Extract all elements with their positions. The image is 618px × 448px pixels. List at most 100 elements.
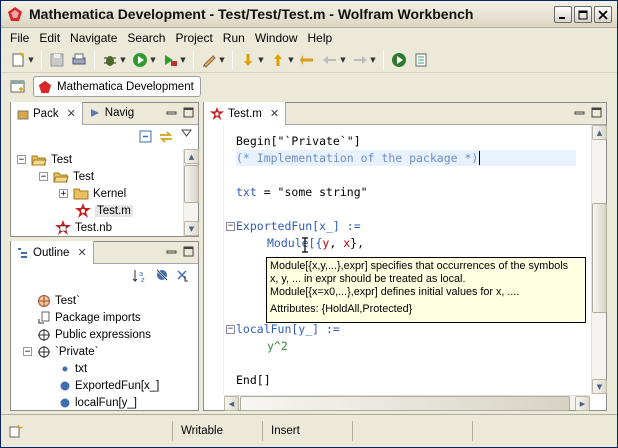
minimize-view-button[interactable] [574, 107, 585, 118]
tree-item[interactable]: − Test [17, 151, 72, 168]
debug-button[interactable]: ▼ [99, 50, 129, 70]
maximize-view-button[interactable] [183, 246, 194, 257]
outline-item[interactable]: Package imports [37, 309, 141, 326]
open-perspective-button[interactable] [9, 79, 27, 95]
scroll-left-button[interactable]: ◀ [224, 396, 239, 411]
outline-item[interactable]: Test` [37, 292, 80, 309]
collapse-expander[interactable]: − [17, 155, 26, 164]
editor-vertical-scrollbar[interactable]: ▲ ▼ [591, 125, 607, 394]
minimize-view-button[interactable] [166, 107, 177, 118]
open-resource-button[interactable]: ▼ [198, 50, 228, 70]
minimize-view-button[interactable] [166, 246, 177, 257]
tree-item[interactable]: Test.nb [55, 219, 112, 236]
close-tab-icon[interactable]: ✕ [77, 246, 86, 259]
perspective-mathematica-development[interactable]: Mathematica Development [33, 76, 201, 97]
tree-item-label: Kernel [93, 187, 127, 200]
hide-non-public-icon[interactable] [175, 268, 189, 282]
scroll-down-button[interactable]: ▼ [592, 379, 607, 394]
tab-package-explorer[interactable]: Pack ✕ [11, 102, 83, 125]
maximize-view-button[interactable] [591, 107, 602, 118]
tab-test-m[interactable]: Test.m ✕ [204, 102, 287, 125]
window-title: Mathematica Development - Test/Test/Test… [29, 6, 474, 22]
forward-button[interactable]: ▼ [349, 50, 379, 70]
tab-navigator[interactable]: Navig [83, 102, 140, 124]
scroll-thumb[interactable] [592, 203, 607, 313]
code-line[interactable]: y^2 [267, 338, 288, 354]
svg-text:z: z [141, 276, 145, 283]
new-file-icon [12, 51, 25, 66]
small-dot-icon [59, 363, 71, 375]
maximize-button[interactable] [574, 6, 592, 23]
editor-horizontal-scrollbar[interactable]: ◀ ▶ [224, 395, 590, 411]
code-line[interactable]: ExportedFun[x_] := [236, 218, 361, 234]
outline-panel: Outline ✕ az Test` Package imports Publi… [10, 241, 199, 411]
toolbar-separator [94, 50, 95, 69]
external-tools-button[interactable]: ▼ [159, 50, 189, 70]
outline-item[interactable]: Public expressions [37, 326, 151, 343]
run-button[interactable]: ▼ [129, 50, 159, 70]
fold-collapse-icon[interactable]: − [226, 222, 235, 231]
outline-item-label: Test` [55, 294, 80, 307]
code-line[interactable]: localFun[y_] := [236, 321, 340, 337]
code-line[interactable]: txt = "some string" [236, 184, 368, 200]
run-mathematica-button[interactable] [388, 50, 410, 70]
close-tab-icon[interactable]: ✕ [67, 107, 76, 120]
sort-az-icon[interactable]: az [132, 269, 148, 283]
blue-dot-icon [59, 380, 71, 392]
menu-edit[interactable]: Edit [34, 31, 65, 45]
blue-dot-icon [59, 397, 71, 409]
new-button[interactable]: ▼ [7, 50, 37, 70]
maximize-view-button[interactable] [183, 107, 194, 118]
menu-navigate[interactable]: Navigate [65, 31, 122, 45]
code-line-comment[interactable]: (* Implementation of the package *)​ [236, 150, 481, 166]
tab-outline[interactable]: Outline ✕ [11, 241, 94, 264]
code-line[interactable]: Begin["`Private`"] [236, 133, 361, 149]
collapse-expander[interactable]: − [23, 347, 32, 356]
outline-item[interactable]: ExportedFun[x_] [59, 377, 159, 394]
package-explorer-header: Pack ✕ Navig [11, 102, 198, 125]
tree-item-selected[interactable]: Test.m [75, 202, 133, 219]
menu-search[interactable]: Search [122, 31, 170, 45]
save-button[interactable] [46, 50, 68, 70]
next-annotation-button[interactable]: ▼ [237, 50, 267, 70]
scroll-down-button[interactable]: ▼ [184, 221, 199, 236]
minimize-button[interactable] [554, 6, 572, 23]
prev-annotation-button[interactable]: ▼ [267, 50, 297, 70]
outline-item[interactable]: localFun[y_] [59, 394, 137, 411]
scroll-thumb[interactable] [240, 396, 570, 411]
outline-item[interactable]: txt [59, 360, 87, 377]
outline-item[interactable]: − `Private` [23, 343, 98, 360]
hide-fields-icon[interactable] [155, 268, 169, 282]
outline-view-button[interactable] [410, 50, 432, 70]
code-line[interactable]: Module[{y, x}, [267, 235, 364, 251]
collapse-all-icon[interactable] [139, 130, 153, 144]
mathematica-file-icon [75, 202, 91, 219]
close-tab-icon[interactable]: ✕ [270, 107, 279, 120]
status-insert: Insert [263, 421, 353, 441]
tree-item[interactable]: + Kernel [59, 185, 126, 202]
scroll-up-button[interactable]: ▲ [184, 149, 199, 164]
menu-help[interactable]: Help [303, 31, 338, 45]
fast-view-icon[interactable] [9, 424, 23, 438]
tree-item[interactable]: − Test [39, 168, 94, 185]
menu-project[interactable]: Project [170, 31, 217, 45]
fold-collapse-icon[interactable]: − [226, 325, 235, 334]
scroll-thumb[interactable] [184, 165, 199, 203]
collapse-expander[interactable]: − [39, 172, 48, 181]
menu-window[interactable]: Window [250, 31, 303, 45]
close-button[interactable] [594, 6, 612, 23]
toolbar-separator [41, 50, 42, 69]
list-icon [415, 53, 427, 66]
scroll-up-button[interactable]: ▲ [592, 125, 607, 140]
link-with-editor-icon[interactable] [159, 130, 173, 144]
print-button[interactable] [68, 50, 90, 70]
last-edit-button[interactable] [297, 50, 319, 70]
code-line[interactable]: End[] [236, 372, 271, 388]
scroll-right-button[interactable]: ▶ [575, 396, 590, 411]
package-explorer-scrollbar[interactable]: ▲ ▼ [183, 149, 199, 236]
back-button[interactable]: ▼ [319, 50, 349, 70]
view-menu-icon[interactable] [181, 129, 192, 138]
menu-file[interactable]: File [5, 31, 34, 45]
menu-run[interactable]: Run [218, 31, 250, 45]
expand-expander[interactable]: + [59, 189, 68, 198]
